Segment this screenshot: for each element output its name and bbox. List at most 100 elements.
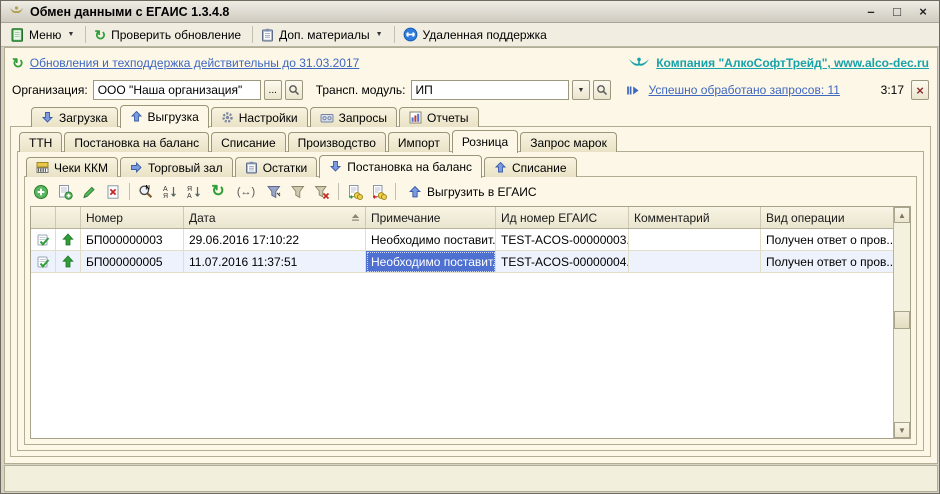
- header-egais-id[interactable]: Ид номер ЕГАИС: [496, 207, 629, 228]
- fit-width-button[interactable]: (↔): [231, 181, 261, 203]
- edit-button[interactable]: [78, 181, 100, 203]
- note-cell[interactable]: Необходимо поставит...: [366, 229, 496, 251]
- header-direction[interactable]: [56, 207, 81, 228]
- date-cell[interactable]: 11.07.2016 11:37:51: [184, 251, 366, 273]
- stop-exchange-button[interactable]: ×: [911, 80, 929, 100]
- chart-icon: [409, 111, 422, 124]
- tab-ostatki[interactable]: Остатки: [234, 157, 318, 177]
- materials-button[interactable]: Доп. материалы ▼: [256, 26, 390, 44]
- close-icon[interactable]: ×: [915, 4, 931, 20]
- number-cell[interactable]: БП000000003: [81, 229, 184, 251]
- doc-posted-cell[interactable]: [31, 229, 56, 251]
- svg-text:А: А: [163, 186, 168, 193]
- organization-browse-button[interactable]: ...: [263, 80, 282, 100]
- app-window: Обмен данными с ЕГАИС 1.3.4.8 – □ × Меню…: [0, 0, 940, 494]
- header-date[interactable]: Дата: [184, 207, 366, 228]
- tab-label: Импорт: [397, 135, 440, 150]
- tab-zagruzka[interactable]: Загрузка: [31, 107, 118, 127]
- find-button[interactable]: N: [135, 181, 157, 203]
- tab-otchety[interactable]: Отчеты: [399, 107, 479, 127]
- window-controls: – □ ×: [863, 4, 931, 20]
- remote-support-label: Удаленная поддержка: [422, 27, 547, 42]
- tab-postanovka-na-balans-roznitsa[interactable]: Постановка на баланс: [319, 155, 482, 178]
- header-number[interactable]: Номер: [81, 207, 184, 228]
- operation-cell[interactable]: Получен ответ о пров...: [761, 229, 893, 251]
- copy-button[interactable]: [54, 181, 76, 203]
- tab-torgovy-zal[interactable]: Торговый зал: [119, 157, 233, 177]
- sort-desc-button[interactable]: ЯА: [183, 181, 205, 203]
- tab-spisanie-roznitsa[interactable]: Списание: [484, 157, 577, 177]
- card-file-icon: [320, 112, 334, 124]
- egais-id-cell[interactable]: TEST-ACOS-00000004...: [496, 251, 629, 273]
- tab-import[interactable]: Импорт: [387, 132, 450, 152]
- sort-indicator-icon: [347, 213, 360, 222]
- tab-nastroyki[interactable]: Настройки: [210, 107, 308, 127]
- header-operation[interactable]: Вид операции: [761, 207, 893, 228]
- organization-input[interactable]: [92, 80, 261, 100]
- table-row-selected[interactable]: БП000000005 11.07.2016 11:37:51 Необходи…: [31, 251, 893, 273]
- update-support-link[interactable]: Обновления и техподдержка действительны …: [30, 56, 360, 70]
- operation-cell[interactable]: Получен ответ о пров...: [761, 251, 893, 273]
- tab-cheki-kkm[interactable]: Чеки ККМ: [26, 157, 118, 177]
- processed-requests-link[interactable]: Успешно обработано запросов: 11: [649, 83, 840, 97]
- comment-cell[interactable]: [629, 251, 761, 273]
- organization-search-button[interactable]: [284, 80, 303, 100]
- scrollbar-thumb[interactable]: [894, 310, 910, 329]
- separator: [395, 183, 396, 200]
- window-title: Обмен данными с ЕГАИС 1.3.4.8: [30, 4, 230, 19]
- note-cell-selected[interactable]: Необходимо поставит...: [366, 251, 496, 273]
- refresh-icon: ↻: [94, 26, 107, 43]
- play-pause-icon[interactable]: [626, 84, 640, 97]
- direction-cell[interactable]: [56, 251, 81, 273]
- scroll-down-icon[interactable]: ▼: [894, 422, 910, 438]
- table-row[interactable]: БП000000003 29.06.2016 17:10:22 Необходи…: [31, 229, 893, 251]
- refresh-list-button[interactable]: ↻: [207, 181, 229, 203]
- delete-button[interactable]: [102, 181, 124, 203]
- date-cell[interactable]: 29.06.2016 17:10:22: [184, 229, 366, 251]
- header-status[interactable]: [31, 207, 56, 228]
- check-update-button[interactable]: ↻ Проверить обновление: [89, 26, 249, 44]
- clear-filter-button[interactable]: [311, 181, 333, 203]
- scroll-up-icon[interactable]: ▲: [894, 207, 910, 223]
- minimize-icon[interactable]: –: [863, 4, 879, 20]
- remote-support-button[interactable]: Удаленная поддержка: [398, 25, 555, 44]
- unpost-document-button[interactable]: [368, 181, 390, 203]
- header-note[interactable]: Примечание: [366, 207, 496, 228]
- menu-button[interactable]: Меню ▼: [6, 26, 82, 44]
- comment-cell[interactable]: [629, 229, 761, 251]
- vertical-scrollbar[interactable]: ▲ ▼: [893, 207, 910, 438]
- post-document-button[interactable]: [344, 181, 366, 203]
- sort-asc-button[interactable]: АЯ: [159, 181, 181, 203]
- tab-vygruzka[interactable]: Выгрузка: [119, 105, 209, 128]
- transport-module-input[interactable]: [410, 80, 569, 100]
- transport-search-button[interactable]: [592, 80, 611, 100]
- filter-settings-button[interactable]: [263, 181, 285, 203]
- doc-posted-cell[interactable]: [31, 251, 56, 273]
- header-comment[interactable]: Комментарий: [629, 207, 761, 228]
- svg-text:А: А: [187, 193, 192, 200]
- tab-ttn[interactable]: ТТН: [19, 132, 63, 152]
- main-tabs: Загрузка Выгрузка Настройки Запросы Отче…: [31, 104, 481, 128]
- maximize-icon[interactable]: □: [889, 4, 905, 20]
- transport-dropdown-button[interactable]: ▼: [571, 80, 590, 100]
- organization-label: Организация:: [12, 83, 88, 97]
- tab-zapros-marok[interactable]: Запрос марок: [520, 132, 617, 152]
- cash-register-icon: [36, 161, 49, 174]
- tab-proizvodstvo[interactable]: Производство: [287, 132, 386, 152]
- tab-spisanie[interactable]: Списание: [211, 132, 286, 152]
- tab-roznitsa[interactable]: Розница: [451, 130, 519, 153]
- company-link[interactable]: Компания "АлкоСофтТрейд", www.alco-dec.r…: [656, 56, 929, 70]
- number-cell[interactable]: БП000000005: [81, 251, 184, 273]
- egais-id-cell[interactable]: TEST-ACOS-00000003...: [496, 229, 629, 251]
- filter-button[interactable]: [287, 181, 309, 203]
- table-header: Номер Дата Примечание Ид номер ЕГАИС Ком…: [31, 207, 893, 229]
- tab-label: Списание: [512, 160, 567, 175]
- menu-label: Меню: [29, 27, 62, 42]
- direction-cell[interactable]: [56, 229, 81, 251]
- add-button[interactable]: [30, 181, 52, 203]
- tab-postanovka-na-balans[interactable]: Постановка на баланс: [64, 132, 210, 152]
- documents-grid: Номер Дата Примечание Ид номер ЕГАИС Ком…: [31, 207, 893, 438]
- upload-to-egais-button[interactable]: Выгрузить в ЕГАИС: [401, 183, 544, 201]
- header-date-label: Дата: [189, 210, 216, 225]
- tab-zaprosy[interactable]: Запросы: [309, 107, 398, 127]
